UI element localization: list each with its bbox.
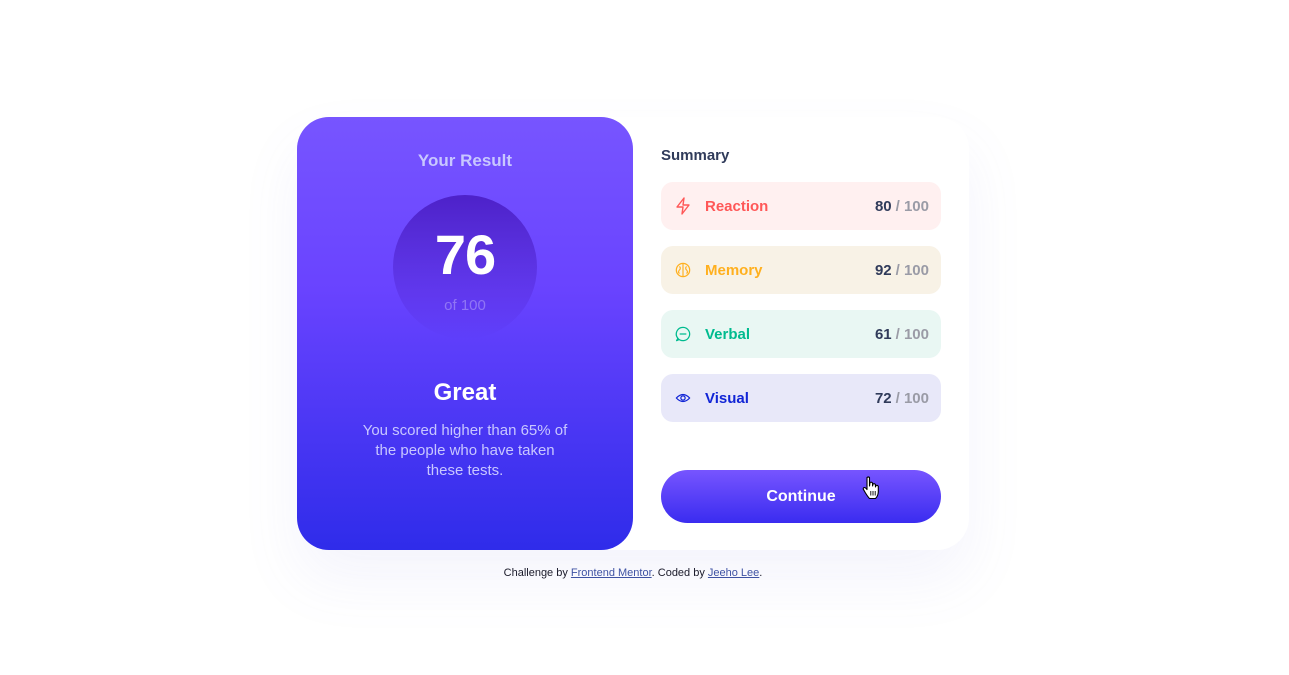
summary-item-visual: Visual 72 / 100 xyxy=(661,374,941,422)
summary-item-score: 80 xyxy=(874,197,892,215)
summary-item-max: / 100 xyxy=(895,261,929,279)
score-circle: 76 of 100 xyxy=(393,195,537,339)
attribution-footer: Challenge by Frontend Mentor. Coded by J… xyxy=(0,567,1266,579)
summary-item-max: / 100 xyxy=(895,325,929,343)
lightning-icon xyxy=(675,197,691,215)
verdict-description: You scored higher than 65% of the people… xyxy=(362,422,568,479)
frontend-mentor-link[interactable]: Frontend Mentor xyxy=(571,567,652,579)
summary-item-score: 92 xyxy=(874,261,892,279)
brain-icon xyxy=(675,262,691,278)
result-heading: Your Result xyxy=(417,151,513,170)
summary-panel: Summary Reaction 80 / 100 Memory 92 / 10… xyxy=(633,117,969,550)
attribution-prefix: Challenge by xyxy=(503,567,568,579)
result-panel: Your Result 76 of 100 Great You scored h… xyxy=(297,117,633,550)
summary-item-label: Visual xyxy=(705,389,749,407)
chat-bubble-icon xyxy=(675,326,691,342)
summary-item-label: Memory xyxy=(705,261,763,279)
summary-item-score: 61 xyxy=(874,325,892,343)
summary-title: Summary xyxy=(661,147,730,164)
score-out-of: of 100 xyxy=(444,296,486,314)
attribution-suffix: . xyxy=(759,567,763,579)
author-link[interactable]: Jeeho Lee xyxy=(708,567,759,579)
verdict-title: Great xyxy=(433,379,497,406)
summary-item-verbal: Verbal 61 / 100 xyxy=(661,310,941,358)
continue-button[interactable]: Continue xyxy=(661,470,941,523)
attribution-middle: . Coded by xyxy=(651,567,705,579)
summary-item-reaction: Reaction 80 / 100 xyxy=(661,182,941,230)
summary-item-label: Reaction xyxy=(705,197,769,215)
summary-item-score: 72 xyxy=(874,389,892,407)
score-value: 76 xyxy=(434,222,496,286)
eye-icon xyxy=(675,390,691,406)
summary-item-memory: Memory 92 / 100 xyxy=(661,246,941,294)
summary-item-max: / 100 xyxy=(895,389,929,407)
hand-pointer-cursor-icon xyxy=(862,476,879,500)
summary-item-label: Verbal xyxy=(705,325,751,343)
summary-item-max: / 100 xyxy=(895,197,929,215)
page: Your Result 76 of 100 Great You scored h… xyxy=(0,0,1289,675)
